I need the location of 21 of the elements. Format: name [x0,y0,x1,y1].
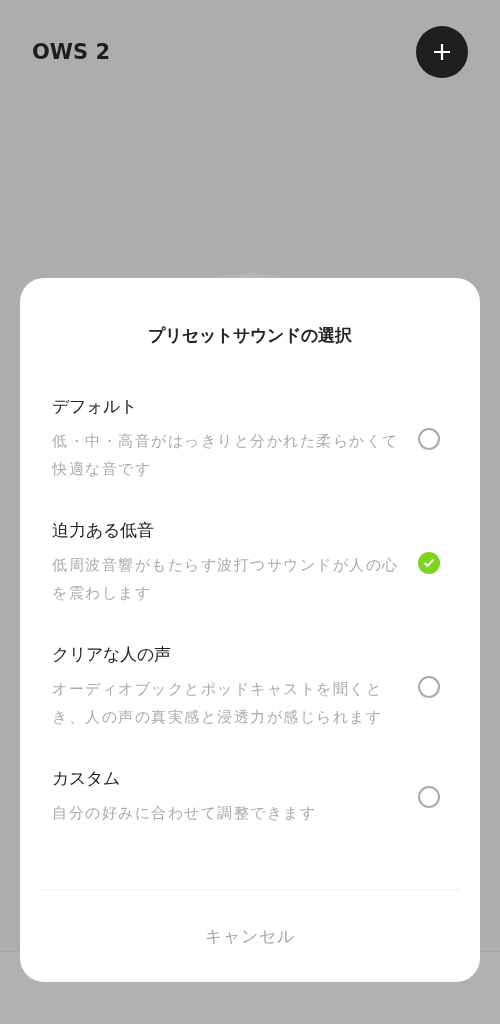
option-name: デフォルト [52,395,138,417]
device-title: OWS 2 [32,40,111,64]
option-name: クリアな人の声 [52,643,172,665]
option-name: 迫力ある低音 [52,519,155,541]
dialog-title: プリセットサウンドの選択 [147,324,353,347]
radio-button[interactable] [418,428,440,450]
option-description: 低周波音響がもたらす波打つサウンドが人の心を震わします [52,555,400,604]
option-name: カスタム [52,767,121,789]
preset-option[interactable]: デフォルト 低・中・高音がはっきりと分かれた柔らかくて快適な音です [52,395,448,483]
option-description: 低・中・高音がはっきりと分かれた柔らかくて快適な音です [52,431,400,480]
add-button[interactable] [416,26,468,78]
radio-button[interactable] [418,676,440,698]
plus-icon [433,43,451,61]
option-description: オーディオブックとポッドキャストを聞くとき、人の声の真実感と浸透力が感じられます [52,679,383,728]
radio-button[interactable] [418,552,440,574]
preset-option[interactable]: カスタム 自分の好みに合わせて調整できます [52,767,448,827]
radio-button[interactable] [418,786,440,808]
preset-option[interactable]: 迫力ある低音 低周波音響がもたらす波打つサウンドが人の心を震わします [52,519,448,607]
check-icon [423,558,435,568]
option-description: 自分の好みに合わせて調整できます [52,803,317,824]
preset-option[interactable]: クリアな人の声 オーディオブックとポッドキャストを聞くとき、人の声の真実感と浸透力が感じられます [52,643,448,731]
